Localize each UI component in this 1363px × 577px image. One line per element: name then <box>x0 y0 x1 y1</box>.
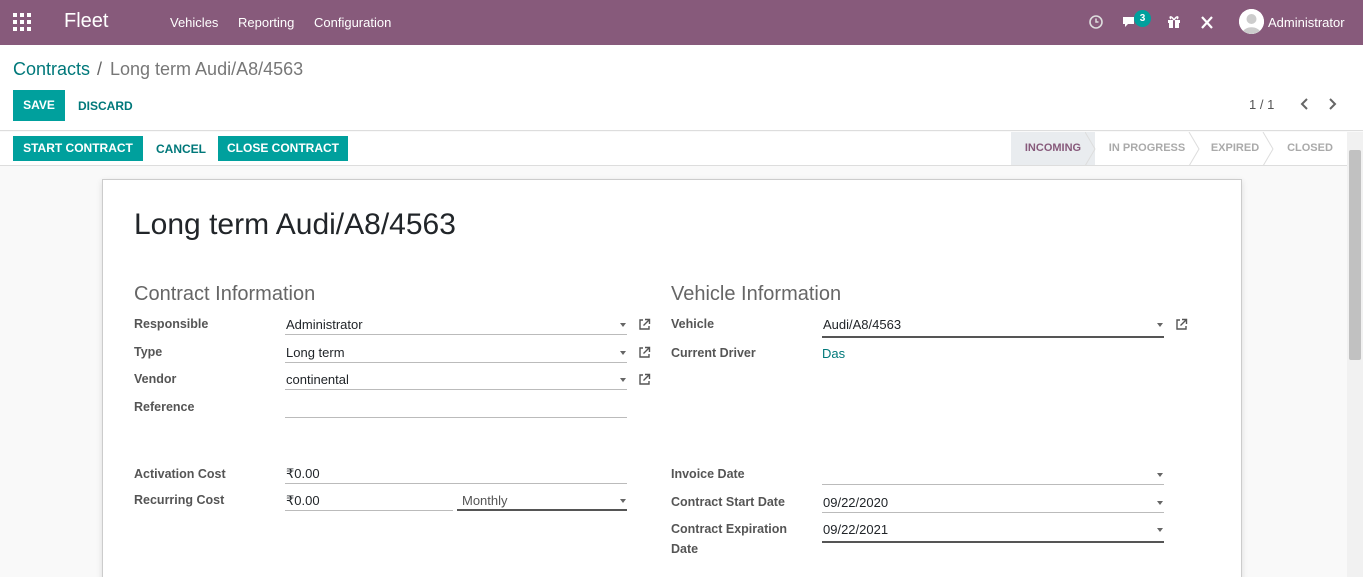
invoice-date-label: Invoice Date <box>671 467 745 481</box>
activation-cost-value: ₹0.00 <box>286 466 320 481</box>
gift-icon[interactable] <box>1166 13 1182 31</box>
menu-vehicles[interactable]: Vehicles <box>170 15 218 30</box>
avatar[interactable] <box>1239 9 1264 34</box>
dropdown-caret-icon[interactable] <box>620 351 626 355</box>
activation-cost-field[interactable]: ₹0.00 <box>285 464 627 484</box>
breadcrumb-contracts[interactable]: Contracts <box>13 59 90 80</box>
dropdown-caret-icon[interactable] <box>1157 323 1163 327</box>
contract-start-date-field[interactable]: 09/22/2020 <box>822 493 1164 513</box>
invoice-date-field[interactable] <box>822 465 1164 485</box>
external-link-icon[interactable] <box>638 318 651 331</box>
dropdown-caret-icon[interactable] <box>1157 528 1163 532</box>
contract-start-date-value: 09/22/2020 <box>823 495 889 510</box>
clock-icon[interactable] <box>1088 13 1104 31</box>
dropdown-caret-icon[interactable] <box>1157 501 1163 505</box>
activation-cost-label: Activation Cost <box>134 467 226 481</box>
record-title: Long term Audi/A8/4563 <box>134 208 456 241</box>
type-value: Long term <box>286 345 345 360</box>
external-link-icon[interactable] <box>638 373 651 386</box>
cancel-button[interactable]: CANCEL <box>156 142 206 156</box>
stage-incoming[interactable]: INCOMING <box>1011 132 1095 165</box>
tools-icon[interactable] <box>1199 13 1215 31</box>
user-avatar-icon <box>1239 9 1264 34</box>
chat-count-badge: 3 <box>1134 10 1151 27</box>
chevron-right-icon[interactable] <box>1325 96 1339 112</box>
contract-information-heading: Contract Information <box>134 283 316 305</box>
menu-reporting[interactable]: Reporting <box>238 15 294 30</box>
current-driver-label: Current Driver <box>671 346 756 360</box>
recurring-period-value: Monthly <box>462 493 508 508</box>
recurring-cost-label: Recurring Cost <box>134 493 225 507</box>
type-field[interactable]: Long term <box>285 343 627 363</box>
vehicle-label: Vehicle <box>671 317 715 331</box>
external-link-icon[interactable] <box>638 346 651 359</box>
contract-expiration-label: Contract Expiration <box>671 522 787 536</box>
responsible-label: Responsible <box>134 317 209 331</box>
start-contract-button[interactable]: START CONTRACT <box>13 136 143 161</box>
contract-expiration-label-date: Date <box>671 542 699 556</box>
responsible-value: Administrator <box>286 317 363 332</box>
contract-expiration-date-value: 09/22/2021 <box>823 522 889 537</box>
user-name[interactable]: Administrator <box>1268 15 1345 30</box>
close-contract-button[interactable]: CLOSE CONTRACT <box>218 136 348 161</box>
chevron-left-icon[interactable] <box>1298 96 1312 112</box>
pager-value[interactable]: 1 / 1 <box>1249 97 1274 112</box>
recurring-cost-value: ₹0.00 <box>286 493 320 508</box>
stage-separators <box>1085 132 1274 166</box>
responsible-field[interactable]: Administrator <box>285 315 627 335</box>
reference-label: Reference <box>134 400 195 414</box>
contract-start-date-label: Contract Start Date <box>671 495 785 509</box>
app-brand: Fleet <box>64 10 109 32</box>
breadcrumb-separator: / <box>97 59 103 79</box>
save-button[interactable]: SAVE <box>13 90 65 121</box>
type-label: Type <box>134 345 163 359</box>
dropdown-caret-icon[interactable] <box>620 378 626 382</box>
scrollbar-thumb[interactable] <box>1349 150 1361 360</box>
external-link-icon[interactable] <box>1175 318 1188 331</box>
breadcrumb-current: Long term Audi/A8/4563 <box>110 59 304 79</box>
control-panel: Contracts / Long term Audi/A8/4563 SAVE … <box>0 45 1363 131</box>
vehicle-value: Audi/A8/4563 <box>823 317 902 332</box>
vendor-value: continental <box>286 372 349 387</box>
status-bar: START CONTRACT CANCEL CLOSE CONTRACT INC… <box>0 132 1347 166</box>
contract-expiration-date-field[interactable]: 09/22/2021 <box>822 520 1164 543</box>
vendor-label: Vendor <box>134 372 177 386</box>
recurring-period-select[interactable]: Monthly <box>457 491 627 511</box>
apps-grid-icon[interactable] <box>13 13 31 31</box>
vendor-field[interactable]: continental <box>285 370 627 390</box>
dropdown-caret-icon[interactable] <box>620 499 626 503</box>
reference-field[interactable] <box>285 398 627 418</box>
recurring-cost-field[interactable]: ₹0.00 <box>285 491 453 511</box>
current-driver-link[interactable]: Das <box>822 346 845 361</box>
vehicle-information-heading: Vehicle Information <box>671 283 842 305</box>
dropdown-caret-icon[interactable] <box>620 323 626 327</box>
discard-button[interactable]: DISCARD <box>78 99 133 113</box>
top-navbar: Fleet Vehicles Reporting Configuration 3… <box>0 0 1363 45</box>
menu-configuration[interactable]: Configuration <box>314 15 391 30</box>
dropdown-caret-icon[interactable] <box>1157 473 1163 477</box>
vehicle-field[interactable]: Audi/A8/4563 <box>822 315 1164 338</box>
